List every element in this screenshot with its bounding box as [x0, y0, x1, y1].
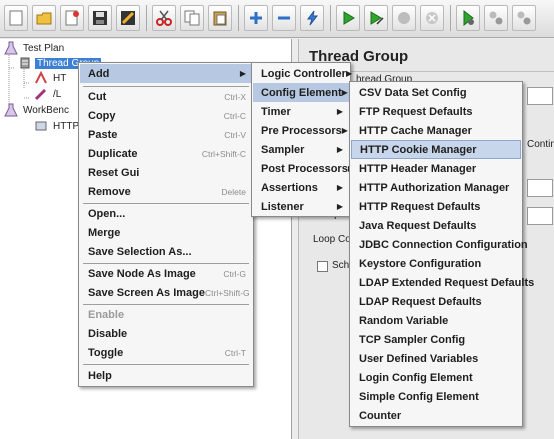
menu-item-remove[interactable]: Remove Delete	[80, 182, 252, 201]
thread-group-icon	[18, 56, 32, 70]
menu-item-merge[interactable]: Merge	[80, 223, 252, 242]
menu-item-save-selection-as[interactable]: Save Selection As...	[80, 242, 252, 261]
menu-item-random-variable[interactable]: Random Variable	[351, 311, 521, 330]
cut-icon[interactable]	[152, 5, 176, 31]
tree-node-child1[interactable]: HT	[34, 70, 68, 86]
menu-item-counter[interactable]: Counter	[351, 406, 521, 425]
templates-icon[interactable]	[32, 5, 56, 31]
config-element-submenu: CSV Data Set Config FTP Request Defaults…	[349, 81, 534, 427]
menu-item-disable[interactable]: Disable	[80, 324, 252, 343]
menu-item-pre-processors[interactable]: Pre Processors ▶	[253, 121, 349, 140]
menu-item-config-element[interactable]: Config Element ▶	[253, 83, 349, 102]
remote-stop-icon[interactable]	[484, 5, 508, 31]
menu-item-paste[interactable]: Paste Ctrl-V	[80, 125, 252, 144]
submenu-arrow-icon: ▶	[336, 107, 343, 116]
scheduler-checkbox[interactable]	[317, 261, 328, 272]
menu-item-http-header-manager[interactable]: HTTP Header Manager	[351, 159, 521, 178]
tree-node-test-plan[interactable]: Test Plan	[4, 40, 66, 56]
menu-item-cut[interactable]: Cut Ctrl-X	[80, 87, 252, 106]
menu-item-keystore-configuration[interactable]: Keystore Configuration	[351, 254, 521, 273]
menu-item-simple-config-element[interactable]: Simple Config Element	[351, 387, 521, 406]
menu-item-http-cookie-manager[interactable]: HTTP Cookie Manager	[351, 140, 521, 159]
toolbar	[0, 0, 554, 38]
new-icon[interactable]	[4, 5, 28, 31]
menu-item-ldap-request-defaults[interactable]: LDAP Request Defaults	[351, 292, 521, 311]
toggle-icon[interactable]	[300, 5, 324, 31]
menu-item-ldap-extended-request-defaults[interactable]: LDAP Extended Request Defaults	[351, 273, 534, 292]
submenu-arrow-icon: ▶	[341, 88, 348, 97]
menu-item-sampler[interactable]: Sampler ▶	[253, 140, 349, 159]
remote-start-icon[interactable]	[456, 5, 480, 31]
submenu-arrow-icon: ▶	[341, 126, 348, 135]
continue-label-fragment: Contin	[527, 139, 554, 150]
stop-icon[interactable]	[392, 5, 416, 31]
menu-item-post-processors[interactable]: Post Processors▶	[253, 159, 354, 178]
tree-node-workbench[interactable]: WorkBenc	[4, 102, 71, 118]
loop-count-label: Loop Co	[313, 234, 351, 245]
menu-item-csv-data-set-config[interactable]: CSV Data Set Config	[351, 83, 521, 102]
menu-item-open[interactable]: Open...	[80, 204, 252, 223]
save-as-icon[interactable]	[116, 5, 140, 31]
shutdown-icon[interactable]	[420, 5, 444, 31]
paste-icon[interactable]	[208, 5, 232, 31]
menu-item-enable: Enable	[88, 308, 125, 321]
submenu-arrow-icon: ▶	[336, 183, 343, 192]
start-icon[interactable]	[336, 5, 360, 31]
menu-item-toggle[interactable]: Toggle Ctrl-T	[80, 343, 252, 362]
threads-field[interactable]	[527, 179, 553, 197]
menu-item-http-authorization-manager[interactable]: HTTP Authorization Manager	[351, 178, 521, 197]
open-icon[interactable]	[60, 5, 84, 31]
tree-label-test-plan: Test Plan	[23, 42, 65, 54]
menu-item-copy[interactable]: Copy Ctrl-C	[80, 106, 252, 125]
tree-label-child2: /L	[53, 88, 62, 100]
menu-item-add[interactable]: Add ▶	[80, 64, 252, 83]
tree-label-http: HTTP	[53, 120, 80, 132]
menu-item-listener[interactable]: Listener ▶	[253, 197, 349, 216]
save-icon[interactable]	[88, 5, 112, 31]
menu-item-timer[interactable]: Timer ▶	[253, 102, 349, 121]
ramp-up-field[interactable]	[527, 207, 553, 225]
menu-item-logic-controller[interactable]: Logic Controller ▶	[253, 64, 353, 83]
name-field[interactable]	[527, 87, 553, 105]
menu-item-user-defined-variables[interactable]: User Defined Variables	[351, 349, 521, 368]
menu-item-save-node-as-image[interactable]: Save Node As Image Ctrl-G	[80, 264, 252, 283]
menu-item-http-request-defaults[interactable]: HTTP Request Defaults	[351, 197, 521, 216]
menu-item-ftp-request-defaults[interactable]: FTP Request Defaults	[351, 102, 521, 121]
menu-item-help[interactable]: Help	[80, 366, 252, 385]
sampler-icon	[34, 70, 48, 85]
test-plan-icon	[4, 41, 18, 55]
remote-shutdown-icon[interactable]	[512, 5, 536, 31]
collapse-icon[interactable]	[272, 5, 296, 31]
menu-item-java-request-defaults[interactable]: Java Request Defaults	[351, 216, 521, 235]
copy-icon[interactable]	[180, 5, 204, 31]
pencil-icon	[34, 87, 48, 101]
menu-item-tcp-sampler-config[interactable]: TCP Sampler Config	[351, 330, 521, 349]
menu-item-login-config-element[interactable]: Login Config Element	[351, 368, 521, 387]
tree-label-workbench: WorkBenc	[23, 104, 69, 116]
menu-item-save-screen-as-image[interactable]: Save Screen As Image Ctrl+Shift-G	[80, 283, 252, 302]
submenu-arrow-icon: ▶	[336, 145, 343, 154]
workbench-icon	[4, 103, 18, 117]
tree-node-child2[interactable]: /L	[34, 86, 63, 102]
context-menu: Add ▶ Cut Ctrl-X Copy Ctrl-C Paste Ctrl-V Du…	[78, 62, 254, 387]
menu-item-assertions[interactable]: Assertions ▶	[253, 178, 349, 197]
submenu-arrow-icon: ▶	[239, 69, 246, 78]
submenu-arrow-icon: ▶	[336, 202, 343, 211]
tree-label-child1: HT	[53, 72, 67, 84]
tree-node-http[interactable]: HTTP	[34, 118, 81, 134]
menu-item-http-cache-manager[interactable]: HTTP Cache Manager	[351, 121, 521, 140]
add-submenu: Logic Controller ▶ Config Element ▶ Timer ▶…	[251, 62, 354, 217]
submenu-arrow-icon: ▶	[345, 69, 353, 78]
menu-item-reset-gui[interactable]: Reset Gui	[80, 163, 252, 182]
menu-item-duplicate[interactable]: Duplicate Ctrl+Shift-C	[80, 144, 252, 163]
start-no-pauses-icon[interactable]	[364, 5, 388, 31]
http-icon	[34, 119, 48, 133]
expand-icon[interactable]	[244, 5, 268, 31]
menu-item-jdbc-connection-configuration[interactable]: JDBC Connection Configuration	[351, 235, 528, 254]
